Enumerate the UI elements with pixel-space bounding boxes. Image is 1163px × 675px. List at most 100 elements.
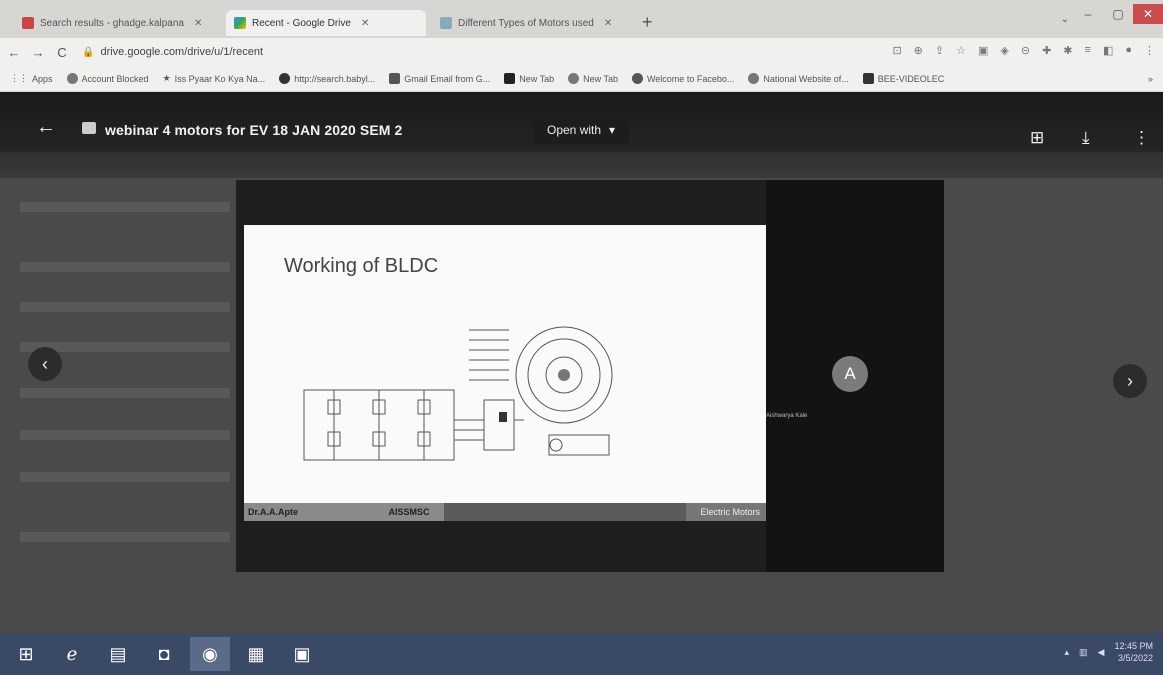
- tab-label: Search results - ghadge.kalpana: [40, 17, 184, 29]
- add-shortcut-icon[interactable]: ⊞: [1030, 128, 1044, 148]
- background-row: [20, 532, 230, 542]
- background-row: [20, 388, 230, 398]
- slide-title: Working of BLDC: [284, 255, 439, 277]
- slide-institute: AISSMSC: [374, 503, 444, 521]
- maximize-button[interactable]: ▢: [1103, 7, 1133, 21]
- media-icon[interactable]: ▣: [282, 637, 322, 671]
- bookmark-bee-videolec[interactable]: BEE-VIDEOLEC: [862, 73, 944, 84]
- facebook-icon: [631, 73, 643, 84]
- back-button[interactable]: ←: [4, 45, 24, 60]
- shield-icon[interactable]: ◈: [1000, 44, 1008, 57]
- extension-icon[interactable]: ▣: [978, 44, 988, 57]
- minimize-button[interactable]: –: [1073, 7, 1103, 21]
- network-icon[interactable]: ▥: [1079, 647, 1088, 658]
- tab-motors[interactable]: Different Types of Motors used ✕: [432, 10, 638, 36]
- tab-close-icon[interactable]: ✕: [361, 18, 369, 29]
- presentation-slide: Working of BLDC Dr.A.A.Apte AISSMSC Elec…: [244, 225, 766, 521]
- star-icon: ★: [162, 73, 171, 83]
- internet-explorer-icon[interactable]: ℯ: [52, 637, 92, 671]
- participant-avatar: A: [832, 356, 868, 392]
- reader-icon[interactable]: ▦: [236, 637, 276, 671]
- clock[interactable]: 12:45 PM 3/5/2022: [1114, 640, 1153, 664]
- clock-time: 12:45 PM: [1114, 641, 1153, 651]
- slide-author: Dr.A.A.Apte: [244, 503, 374, 521]
- profile-icon[interactable]: ●: [1125, 44, 1132, 57]
- windows-taskbar: ⊞ ℯ ▤ ◘ ◉ ▦ ▣ ▴ ▥ ◀ 12:45 PM 3/5/2022: [0, 633, 1163, 675]
- participant-name: Aishwarya Kale: [766, 413, 808, 419]
- file-title: webinar 4 motors for EV 18 JAN 2020 SEM …: [105, 122, 403, 138]
- bookmark-account-blocked[interactable]: Account Blocked: [66, 73, 149, 84]
- slide-topic: Electric Motors: [686, 503, 766, 521]
- forward-button[interactable]: →: [28, 45, 48, 60]
- video-player[interactable]: Working of BLDC Dr.A.A.Apte AISSMSC Elec…: [236, 180, 944, 572]
- reload-button[interactable]: C: [52, 45, 72, 60]
- new-tab-button[interactable]: +: [642, 12, 653, 33]
- y-icon: [504, 73, 516, 84]
- share-icon[interactable]: ⇪: [935, 44, 944, 57]
- bookmark-new-tab-2[interactable]: New Tab: [568, 73, 618, 84]
- bookmark-gmail[interactable]: Gmail Email from G...: [389, 73, 490, 84]
- store-icon[interactable]: ◘: [144, 637, 184, 671]
- browser-tab-strip: Search results - ghadge.kalpana ✕ Recent…: [0, 0, 1163, 38]
- tab-google-drive[interactable]: Recent - Google Drive ✕: [226, 10, 426, 36]
- puzzle-icon[interactable]: ✚: [1042, 44, 1051, 57]
- bookmark-facebook[interactable]: Welcome to Facebo...: [631, 73, 734, 84]
- tab-search-results[interactable]: Search results - ghadge.kalpana ✕: [14, 10, 224, 36]
- babylon-icon: [279, 73, 291, 84]
- bookmark-apps[interactable]: ⋮⋮ Apps: [10, 73, 53, 84]
- address-bar[interactable]: 🔒 drive.google.com/drive/u/1/recent: [82, 46, 263, 58]
- video-file-icon: [82, 122, 96, 134]
- chrome-icon[interactable]: ◉: [190, 637, 230, 671]
- bookmark-national-website[interactable]: National Website of...: [748, 73, 849, 84]
- background-row: [20, 430, 230, 440]
- pin-icon[interactable]: ✱: [1063, 44, 1072, 57]
- gmail-icon: [22, 17, 34, 29]
- star-icon[interactable]: ☆: [956, 44, 966, 57]
- bookmark-new-tab[interactable]: New Tab: [504, 73, 554, 84]
- globe-icon: [748, 73, 760, 84]
- next-file-button[interactable]: ›: [1113, 364, 1147, 398]
- tab-label: Recent - Google Drive: [252, 17, 351, 29]
- globe-icon: [66, 73, 78, 84]
- slide-footer: Dr.A.A.Apte AISSMSC Electric Motors: [244, 503, 766, 521]
- background-row: [20, 202, 230, 212]
- google-drive-icon: [234, 17, 246, 29]
- close-window-button[interactable]: ✕: [1133, 4, 1163, 24]
- web-page-icon: [440, 17, 452, 29]
- bookmarks-bar: ⋮⋮ Apps Account Blocked ★ Iss Pyaar Ko Kya…: [0, 66, 1163, 92]
- side-panel-icon[interactable]: ◧: [1103, 44, 1113, 57]
- tab-search-icon[interactable]: ⌄: [1061, 14, 1069, 25]
- system-tray: ▴ ▥ ◀ 12:45 PM 3/5/2022: [1065, 640, 1154, 664]
- lock-icon: 🔒: [82, 46, 95, 58]
- file-explorer-icon[interactable]: ▤: [98, 637, 138, 671]
- bookmark-babylon[interactable]: http://search.babyl...: [279, 73, 375, 84]
- tab-label: Different Types of Motors used: [458, 17, 594, 29]
- open-with-button[interactable]: Open with ▾: [533, 116, 630, 144]
- install-icon[interactable]: ⊡: [892, 44, 901, 57]
- zoom-icon[interactable]: ⊕: [914, 44, 923, 57]
- drive-file-viewer: ← webinar 4 motors for EV 18 JAN 2020 SE…: [0, 92, 1163, 633]
- mail-icon: [389, 73, 401, 84]
- reading-list-icon[interactable]: ≡: [1085, 44, 1091, 57]
- clock-date: 3/5/2022: [1117, 653, 1153, 663]
- background-row: [20, 262, 230, 272]
- globe-icon: [568, 73, 580, 84]
- bldc-circuit-diagram: [303, 326, 613, 461]
- start-icon[interactable]: ⊞: [6, 637, 46, 671]
- tab-close-icon[interactable]: ✕: [604, 18, 612, 29]
- bookmarks-overflow[interactable]: »: [1148, 74, 1153, 84]
- tray-arrow-icon[interactable]: ▴: [1065, 647, 1070, 658]
- background-row: [20, 302, 230, 312]
- background-row: [20, 472, 230, 482]
- download-icon[interactable]: ⤓: [1082, 128, 1090, 148]
- bookmark-iss-pyaar[interactable]: ★ Iss Pyaar Ko Kya Na...: [163, 73, 266, 84]
- previous-file-button[interactable]: ‹: [28, 347, 62, 381]
- tab-close-icon[interactable]: ✕: [194, 18, 202, 29]
- extension-icon[interactable]: ⊝: [1021, 44, 1030, 57]
- volume-icon[interactable]: ◀: [1098, 647, 1105, 658]
- apps-grid-icon: ⋮⋮: [10, 73, 28, 83]
- kebab-menu-icon[interactable]: ⋮: [1144, 44, 1155, 57]
- chevron-down-icon: ▾: [609, 123, 616, 137]
- more-options-icon[interactable]: ⋮: [1133, 128, 1150, 148]
- viewer-back-button[interactable]: ←: [36, 116, 56, 139]
